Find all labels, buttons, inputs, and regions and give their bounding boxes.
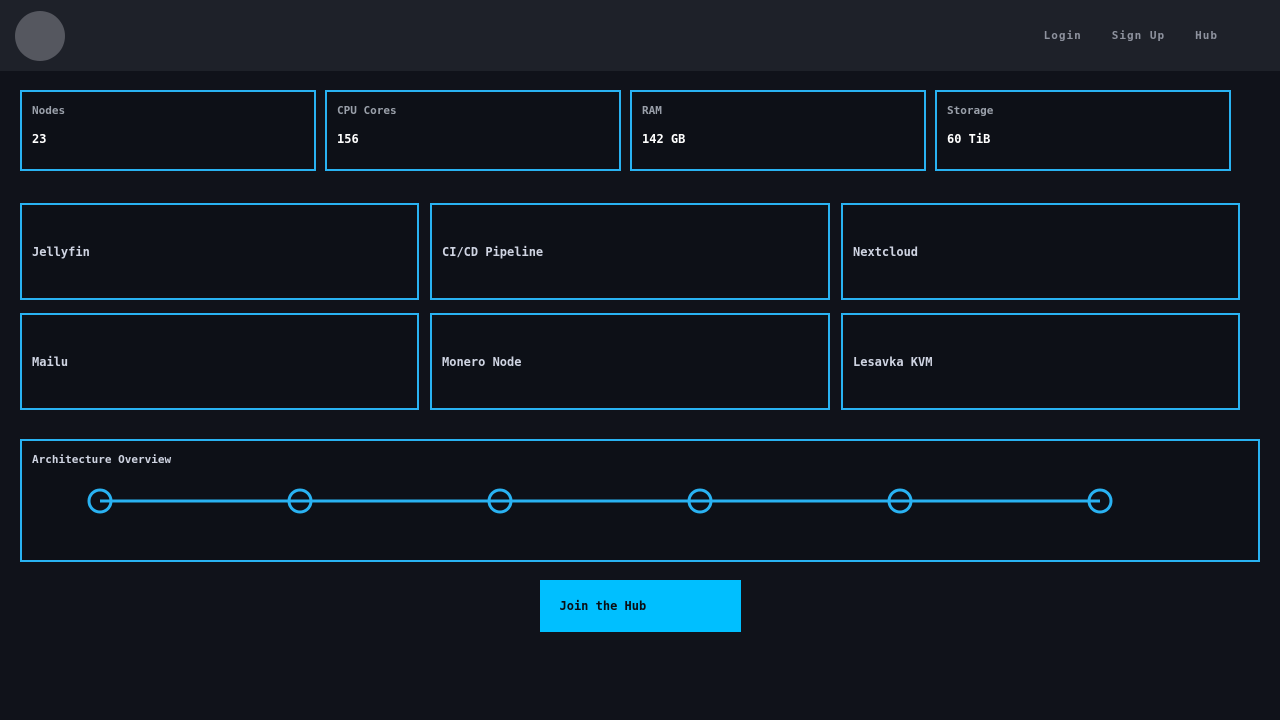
stat-label: CPU Cores [337,104,609,117]
service-title: CI/CD Pipeline [442,245,543,259]
join-hub-button[interactable]: Join the Hub [540,580,741,632]
stat-label: RAM [642,104,914,117]
stat-label: Storage [947,104,1219,117]
service-title: Mailu [32,355,68,369]
service-title: Nextcloud [853,245,918,259]
service-card-lesavka-kvm[interactable]: Lesavka KVM [841,313,1240,410]
service-title: Jellyfin [32,245,90,259]
avatar[interactable] [15,11,65,61]
service-card-mailu[interactable]: Mailu [20,313,419,410]
login-link[interactable]: Login [1044,29,1082,42]
stat-value: 156 [337,132,609,146]
main-content: Nodes 23 CPU Cores 156 RAM 142 GB Storag… [0,90,1280,632]
nav-links: Login Sign Up Hub [1044,29,1218,42]
stat-card-storage: Storage 60 TiB [935,90,1231,171]
signup-link[interactable]: Sign Up [1112,29,1165,42]
stats-row: Nodes 23 CPU Cores 156 RAM 142 GB Storag… [20,90,1231,171]
hub-link[interactable]: Hub [1195,29,1218,42]
stat-card-nodes: Nodes 23 [20,90,316,171]
architecture-overview-card: Architecture Overview [20,439,1260,562]
stat-card-cpu-cores: CPU Cores 156 [325,90,621,171]
service-card-monero-node[interactable]: Monero Node [430,313,830,410]
navbar: Login Sign Up Hub [0,0,1280,71]
service-title: Lesavka KVM [853,355,932,369]
stat-value: 23 [32,132,304,146]
service-card-cicd-pipeline[interactable]: CI/CD Pipeline [430,203,830,300]
stat-card-ram: RAM 142 GB [630,90,926,171]
cta-row: Join the Hub [0,580,1280,632]
stat-value: 142 GB [642,132,914,146]
stat-value: 60 TiB [947,132,1219,146]
services-grid: Jellyfin CI/CD Pipeline Nextcloud Mailu … [20,203,1240,410]
service-title: Monero Node [442,355,521,369]
architecture-diagram [22,441,1258,560]
service-card-nextcloud[interactable]: Nextcloud [841,203,1240,300]
service-card-jellyfin[interactable]: Jellyfin [20,203,419,300]
stat-label: Nodes [32,104,304,117]
